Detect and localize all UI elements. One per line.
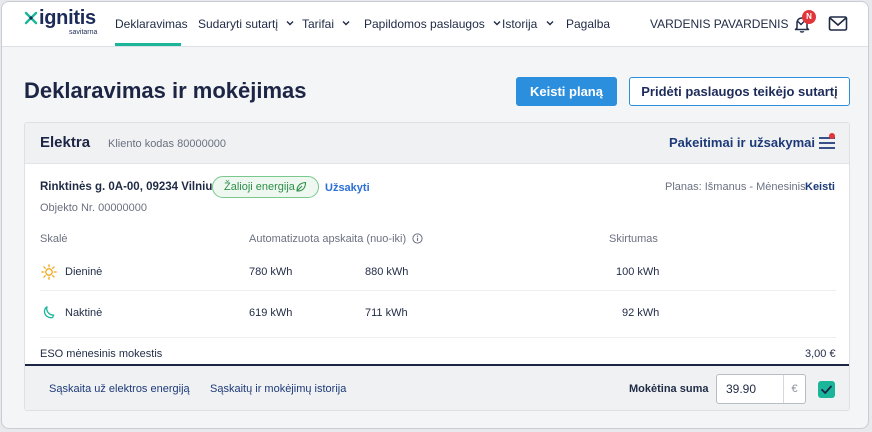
payment-history-link[interactable]: Sąskaitų ir mokėjimų istorija	[210, 383, 346, 395]
row-day-to: 880 kWh	[365, 266, 409, 278]
column-auto-metering-label: Automatizuota apskaita (nuo-iki)	[249, 233, 407, 245]
nav-item-label: Deklaravimas	[115, 17, 188, 31]
card-header: Elektra Kliento kodas 80000000 Pakeitima…	[25, 123, 849, 164]
nav-item-sudaryti-sutarti[interactable]: Sudaryti sutartį	[198, 17, 294, 31]
nav-item-label: Istorija	[502, 17, 538, 31]
chevron-down-icon	[546, 21, 554, 26]
row-night-from: 619 kWh	[249, 307, 293, 319]
mail-icon[interactable]	[828, 15, 848, 33]
pay-checkbox[interactable]	[818, 381, 835, 398]
nav-item-label: Papildomos paslaugos	[364, 17, 485, 31]
order-link[interactable]: Užsakyti	[325, 182, 370, 194]
green-energy-badge: Žalioji energija	[212, 176, 319, 198]
changes-and-orders-link[interactable]: Pakeitimai ir užsakymai	[669, 135, 815, 150]
card-footer: Sąskaita už elektros energiją Sąskaitų i…	[25, 364, 849, 410]
nav-item-istorija[interactable]: Istorija	[502, 17, 554, 31]
user-menu[interactable]: VARDENIS PAVARDENIS	[650, 17, 805, 31]
nav-item-label: Sudaryti sutartį	[198, 17, 279, 31]
amount-due-label: Mokėtina suma	[629, 383, 709, 395]
add-provider-contract-button[interactable]: Pridėti paslaugos teikėjo sutartį	[629, 77, 850, 106]
eso-fee-value: 3,00 €	[805, 348, 836, 360]
moon-icon	[43, 306, 55, 319]
row-night-difference: 92 kWh	[622, 307, 660, 319]
chevron-down-icon	[493, 21, 501, 26]
top-navigation: ignitis savitarna Deklaravimas Sudaryti …	[2, 2, 868, 47]
page-title: Deklaravimas ir mokėjimas	[24, 78, 307, 103]
leaf-icon	[296, 181, 307, 192]
logo-subtitle: savitarna	[69, 29, 98, 36]
card-title: Elektra	[40, 134, 91, 151]
row-day-label: Dieninė	[65, 266, 103, 278]
nav-active-indicator	[115, 43, 181, 46]
column-scale: Skalė	[40, 233, 68, 245]
row-night-label: Naktinė	[65, 307, 103, 319]
app-window: ignitis savitarna Deklaravimas Sudaryti …	[1, 1, 869, 429]
menu-notification-dot	[829, 133, 835, 139]
nav-item-papildomos-paslaugos[interactable]: Papildomos paslaugos	[364, 17, 501, 31]
row-divider	[40, 290, 836, 291]
electricity-card: Elektra Kliento kodas 80000000 Pakeitima…	[24, 122, 850, 411]
object-number: Objekto Nr. 00000000	[40, 202, 148, 214]
column-auto-metering: Automatizuota apskaita (nuo-iki)	[249, 233, 423, 245]
client-code: Kliento kodas 80000000	[108, 138, 227, 150]
change-plan-button[interactable]: Keisti planą	[516, 77, 617, 106]
plan-label: Planas: Išmanus - Mėnesinis	[665, 181, 806, 193]
row-day-difference: 100 kWh	[616, 266, 660, 278]
logo[interactable]: ignitis savitarna	[24, 7, 106, 38]
column-difference: Skirtumas	[609, 233, 658, 245]
checkmark-icon	[821, 385, 832, 394]
currency-suffix: €	[783, 375, 805, 403]
notification-badge: N	[802, 10, 816, 24]
eso-fee-label: ESO mėnesinis mokestis	[40, 348, 163, 360]
row-night-to: 711 kWh	[365, 307, 408, 319]
logo-text: ignitis	[39, 7, 96, 29]
user-name: VARDENIS PAVARDENIS	[650, 17, 789, 31]
sun-icon	[41, 264, 57, 280]
info-icon[interactable]	[412, 233, 423, 244]
green-energy-label: Žalioji energija	[224, 181, 295, 193]
nav-item-label: Pagalba	[566, 17, 611, 31]
row-day-from: 780 kWh	[249, 266, 293, 278]
chevron-down-icon	[342, 21, 350, 26]
nav-item-pagalba[interactable]: Pagalba	[566, 17, 610, 31]
nav-item-tarifai[interactable]: Tarifai	[302, 17, 350, 31]
electricity-invoice-link[interactable]: Sąskaita už elektros energiją	[49, 383, 190, 395]
object-address: Rinktinės g. 0A-00, 09234 Vilnius	[40, 181, 219, 193]
change-plan-link[interactable]: Keisti	[805, 181, 835, 193]
nav-item-deklaravimas[interactable]: Deklaravimas	[115, 17, 188, 31]
nav-item-label: Tarifai	[302, 17, 335, 31]
logo-mark-icon	[24, 11, 38, 25]
row-divider	[40, 337, 836, 338]
chevron-down-icon	[286, 21, 294, 26]
